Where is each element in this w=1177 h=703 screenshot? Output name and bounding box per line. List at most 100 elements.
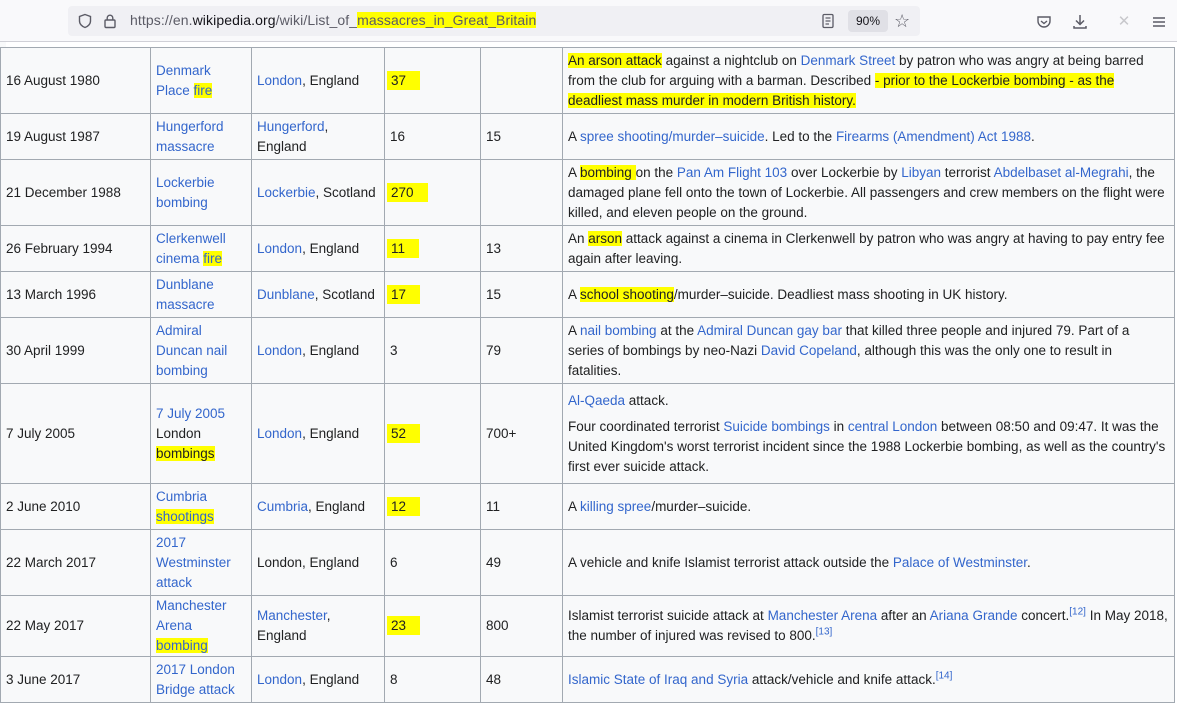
wiki-link[interactable]: Manchester Arena [768, 608, 878, 623]
url-prefix: https://en. [130, 12, 193, 28]
deaths-cell: 3 [384, 317, 481, 384]
injured-cell: 15 [480, 271, 563, 318]
wiki-link[interactable]: bombing [156, 638, 208, 653]
wiki-link[interactable]: Abdelbaset al-Megrahi [994, 165, 1129, 180]
wiki-link[interactable]: fire [203, 250, 223, 266]
text-span: attack. [625, 392, 669, 408]
text-span: Four coordinated terrorist [568, 418, 724, 434]
event-name-cell: Lockerbie bombing [150, 159, 252, 226]
wiki-link[interactable]: Hungerford massacre [156, 119, 224, 154]
deaths-cell: 16 [384, 113, 481, 160]
pocket-icon[interactable] [1035, 13, 1053, 31]
text-span: . [1031, 128, 1035, 144]
url-domain: wikipedia.org [192, 12, 276, 28]
wiki-link[interactable]: London [257, 343, 302, 358]
wiki-link[interactable]: Libyan [901, 165, 941, 180]
table-row: 22 May 2017 Manchester Arena bombing Manch… [0, 595, 1175, 657]
event-name-cell: Cumbria shootings [150, 483, 252, 530]
wiki-link[interactable]: nail bombing [580, 323, 657, 338]
wiki-link[interactable]: Cumbria [257, 499, 308, 514]
text-span: attack against a cinema in Clerkenwell b… [568, 230, 1165, 266]
table-row: 30 April 1999 Admiral Duncan nail bombing… [0, 317, 1175, 384]
wiki-link[interactable]: Lockerbie [257, 185, 316, 200]
text-span: . Led to the [764, 128, 836, 144]
text-span: , Scotland [314, 286, 375, 302]
zoom-level-button[interactable]: 90% [848, 10, 889, 32]
wiki-link[interactable]: Hungerford [257, 119, 325, 134]
text-span: A vehicle and knife Islamist terrorist a… [568, 554, 893, 570]
extension-icon[interactable]: ✕ [1115, 13, 1133, 31]
wiki-link[interactable]: Dunblane massacre [156, 277, 215, 312]
wiki-link[interactable]: London [257, 73, 302, 88]
url-text[interactable]: https://en.wikipedia.org/wiki/List_of_ma… [130, 12, 537, 28]
location-cell: Manchester, England [251, 595, 385, 657]
date-cell: 26 February 1994 [0, 225, 151, 272]
wiki-link[interactable]: Ariana Grande [930, 608, 1018, 623]
address-bar[interactable]: https://en.wikipedia.org/wiki/List_of_ma… [68, 6, 920, 36]
wiki-link[interactable]: Islamic State of Iraq and Syria [568, 672, 748, 687]
deaths-value: 37 [387, 70, 421, 90]
wiki-link[interactable]: Admiral Duncan gay bar [697, 323, 842, 338]
menu-icon[interactable] [1150, 13, 1168, 31]
wiki-link[interactable]: 7 July 2005 [156, 406, 225, 421]
deaths-value: 11 [387, 238, 420, 258]
location-cell: Cumbria, England [251, 483, 385, 530]
wiki-link[interactable]: 2017 Westminster attack [156, 535, 231, 590]
text-span: after an [877, 608, 930, 623]
text-span: An arson attack [568, 52, 662, 68]
deaths-cell: 23 [384, 595, 481, 657]
wiki-link[interactable]: central London [848, 419, 937, 434]
citation-link[interactable]: [14] [936, 670, 953, 681]
wiki-link[interactable]: London [257, 241, 302, 256]
wiki-link[interactable]: David Copeland [761, 343, 857, 358]
wiki-link[interactable]: Al-Qaeda [568, 393, 625, 408]
table-row: 26 February 1994 Clerkenwell cinema fire L… [0, 225, 1175, 272]
location-cell: London, England [251, 225, 385, 272]
wiki-link[interactable]: Dunblane [257, 287, 315, 302]
date-cell: 2 June 2010 [0, 483, 151, 530]
description-paragraph: An arson attack against a nightclub on D… [568, 51, 1169, 111]
injured-cell: 49 [480, 529, 563, 596]
citation-link[interactable]: [13] [816, 627, 833, 638]
description-paragraph: Islamist terrorist suicide attack at Man… [568, 606, 1169, 646]
wiki-link[interactable]: shootings [156, 508, 214, 524]
text-span: London [156, 425, 202, 441]
shield-icon[interactable] [77, 13, 93, 29]
citation-link[interactable]: [12] [1069, 607, 1086, 618]
wiki-link[interactable]: Suicide bombings [723, 419, 830, 434]
description-paragraph: A vehicle and knife Islamist terrorist a… [568, 553, 1169, 573]
wiki-link[interactable]: spree shooting/murder–suicide [580, 129, 765, 144]
description-paragraph: An arson attack against a cinema in Cler… [568, 229, 1169, 269]
text-span: , England [302, 425, 360, 441]
text-span: over Lockerbie by [787, 164, 902, 180]
event-name-cell: 7 July 2005 London bombings [150, 383, 252, 484]
description-cell: A killing spree/murder–suicide. [562, 483, 1175, 530]
wiki-link[interactable]: fire [193, 82, 213, 98]
wiki-link[interactable]: Denmark Street [801, 53, 896, 68]
description-paragraph: A nail bombing at the Admiral Duncan gay… [568, 321, 1169, 381]
download-icon[interactable] [1071, 13, 1089, 31]
description-cell: An arson attack against a cinema in Cler… [562, 225, 1175, 272]
deaths-cell: 6 [384, 529, 481, 596]
text-span: concert. [1017, 608, 1070, 623]
lock-icon[interactable] [102, 13, 118, 29]
wiki-link[interactable]: 2017 London Bridge attack [156, 662, 235, 697]
location-cell: London, England [251, 317, 385, 384]
wiki-link[interactable]: killing spree [580, 499, 651, 514]
bookmark-star-icon[interactable]: ☆ [894, 11, 910, 31]
text-span: , England [302, 342, 360, 358]
injured-cell [480, 47, 563, 114]
wiki-link[interactable]: Admiral Duncan nail bombing [156, 323, 227, 378]
wiki-link[interactable]: London [257, 672, 302, 687]
wiki-link[interactable]: Firearms (Amendment) Act 1988 [836, 129, 1031, 144]
wiki-link[interactable]: Pan Am Flight 103 [677, 165, 787, 180]
wiki-link[interactable]: Manchester [257, 608, 327, 623]
wiki-link[interactable]: Lockerbie bombing [156, 175, 215, 210]
wiki-link[interactable]: Manchester Arena [156, 598, 227, 633]
wiki-link[interactable]: Palace of Westminster [893, 555, 1027, 570]
reader-view-icon[interactable] [820, 13, 836, 29]
wiki-link[interactable]: London [257, 426, 302, 441]
date-cell: 19 August 1987 [0, 113, 151, 160]
wiki-link[interactable]: Cumbria [156, 489, 207, 504]
date-cell: 21 December 1988 [0, 159, 151, 226]
